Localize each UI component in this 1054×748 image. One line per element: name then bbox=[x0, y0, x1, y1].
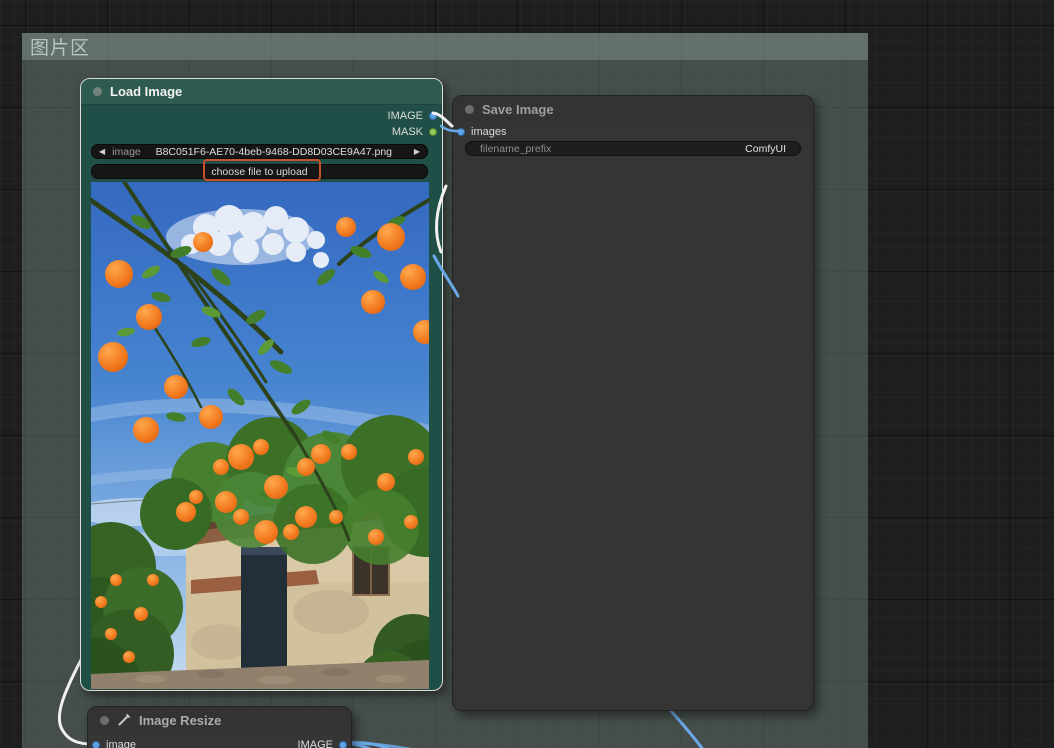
output-label-image: IMAGE bbox=[297, 739, 333, 748]
save-image-header[interactable]: Save Image bbox=[453, 96, 813, 122]
load-image-header[interactable]: Load Image bbox=[81, 79, 442, 105]
node-save-image[interactable]: Save Image images filename_prefix ComfyU… bbox=[452, 95, 814, 711]
output-label-image: IMAGE bbox=[387, 110, 423, 122]
image-slot-dot[interactable] bbox=[429, 112, 437, 120]
node-collapse-dot[interactable] bbox=[100, 715, 109, 725]
input-port-image[interactable]: image bbox=[92, 737, 136, 748]
filename-prefix-value: ComfyUI bbox=[745, 142, 786, 155]
node-graph-canvas[interactable]: 图片区 Load Image IMAGE MASK ◀ image B8C051… bbox=[0, 0, 1054, 748]
combo-value: B8C051F6-AE70-4beb-9468-DD8D03CE9A47.png bbox=[155, 145, 392, 158]
group-title: 图片区 bbox=[30, 38, 91, 59]
node-collapse-dot[interactable] bbox=[93, 87, 102, 96]
node-load-image[interactable]: Load Image IMAGE MASK ◀ image B8C051F6-A… bbox=[80, 78, 443, 691]
image-resize-header[interactable]: Image Resize bbox=[88, 707, 351, 733]
node-collapse-dot[interactable] bbox=[465, 104, 474, 114]
filename-prefix-widget[interactable]: filename_prefix ComfyUI bbox=[465, 141, 801, 156]
images-slot-dot[interactable] bbox=[457, 128, 465, 136]
upload-button-highlight-box bbox=[203, 159, 321, 181]
image-slot-dot[interactable] bbox=[339, 741, 347, 748]
output-port-mask[interactable]: MASK bbox=[392, 124, 437, 140]
resize-ruler-icon bbox=[118, 714, 130, 726]
group-titlebar[interactable]: 图片区 bbox=[22, 33, 868, 60]
node-image-resize[interactable]: Image Resize image IMAGE bbox=[87, 706, 352, 748]
mask-slot-dot[interactable] bbox=[429, 128, 437, 136]
node-title: Save Image bbox=[482, 101, 554, 117]
node-title: Load Image bbox=[110, 84, 183, 99]
output-label-mask: MASK bbox=[391, 126, 423, 138]
node-title: Image Resize bbox=[139, 712, 222, 728]
output-port-image[interactable]: IMAGE bbox=[298, 737, 347, 748]
combo-next-arrow-icon[interactable]: ▶ bbox=[407, 147, 427, 156]
filename-prefix-label: filename_prefix bbox=[480, 142, 552, 155]
input-label-images: images bbox=[471, 126, 507, 138]
image-combo-widget[interactable]: ◀ image B8C051F6-AE70-4beb-9468-DD8D03CE… bbox=[91, 144, 428, 159]
combo-label: image bbox=[112, 145, 141, 158]
input-port-images[interactable]: images bbox=[457, 124, 506, 140]
image-slot-dot[interactable] bbox=[92, 741, 100, 748]
image-preview bbox=[91, 182, 429, 689]
output-port-image[interactable]: IMAGE bbox=[388, 108, 437, 124]
combo-prev-arrow-icon[interactable]: ◀ bbox=[92, 147, 112, 156]
input-label-image: image bbox=[106, 739, 136, 748]
